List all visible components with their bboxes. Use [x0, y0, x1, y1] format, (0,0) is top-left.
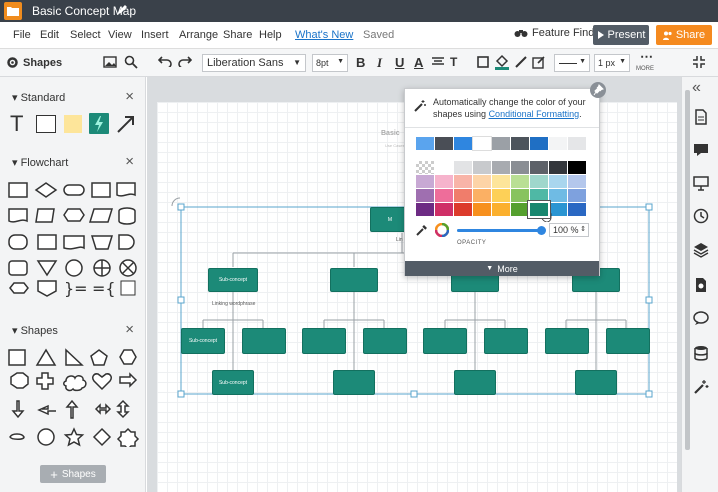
- color-swatch[interactable]: [454, 137, 472, 150]
- color-swatch[interactable]: [473, 203, 491, 216]
- color-swatch[interactable]: [549, 137, 567, 150]
- eyedropper-icon[interactable]: [415, 223, 429, 237]
- divider: [405, 127, 599, 128]
- color-swatch[interactable]: [511, 203, 529, 216]
- more-colors-button[interactable]: ▼ More: [405, 261, 599, 276]
- comment-icon[interactable]: [693, 311, 709, 326]
- linking-phrase-label: Linking wordphrase: [212, 301, 256, 307]
- magic-wand-icon: [414, 100, 426, 112]
- color-swatch[interactable]: [511, 175, 529, 188]
- main-link-label: Lin: [396, 237, 403, 243]
- magic-wand-icon[interactable]: [693, 379, 709, 395]
- color-swatch[interactable]: [416, 137, 434, 150]
- color-swatch[interactable]: [454, 203, 472, 216]
- data-icon[interactable]: [694, 277, 708, 293]
- leaf-concept-text: Sub-concept: [218, 379, 248, 386]
- more-colors-label: More: [497, 263, 518, 274]
- layers-icon[interactable]: [693, 242, 709, 258]
- clock-icon[interactable]: [693, 208, 709, 224]
- color-swatch[interactable]: [568, 175, 586, 188]
- vertical-scrollbar[interactable]: [685, 90, 690, 450]
- connector-lines: [171, 197, 653, 398]
- sub-concept-node[interactable]: [242, 328, 286, 354]
- leaf-concept-node[interactable]: [333, 370, 375, 395]
- presentation-icon[interactable]: [693, 175, 709, 191]
- color-swatch[interactable]: [473, 175, 491, 188]
- opacity-slider-handle[interactable]: [537, 226, 546, 235]
- color-swatch[interactable]: [530, 175, 548, 188]
- stepper-icon[interactable]: ⇕: [580, 225, 586, 233]
- opacity-input[interactable]: 100 % ⇕: [549, 223, 589, 237]
- color-swatch[interactable]: [549, 189, 567, 202]
- tip-text-line2: shapes using: [433, 109, 487, 119]
- pin-icon[interactable]: [590, 82, 606, 98]
- database-icon[interactable]: [693, 345, 709, 361]
- concept-node-text: Sub-concept: [218, 277, 248, 283]
- color-swatch[interactable]: [454, 175, 472, 188]
- opacity-slider-fill: [457, 229, 541, 232]
- color-wheel-icon[interactable]: [435, 223, 449, 237]
- chevron-down-icon: ▼: [486, 265, 494, 272]
- color-swatch[interactable]: [416, 203, 434, 216]
- color-swatch[interactable]: [473, 161, 491, 174]
- color-swatch[interactable]: [511, 137, 529, 150]
- sub-concept-node[interactable]: Sub-concept: [181, 328, 225, 354]
- color-swatch[interactable]: [530, 161, 548, 174]
- color-swatch[interactable]: [454, 161, 472, 174]
- color-swatch[interactable]: [492, 175, 510, 188]
- color-swatch[interactable]: [473, 189, 491, 202]
- color-swatch[interactable]: [568, 189, 586, 202]
- leaf-concept-node[interactable]: [575, 370, 617, 395]
- color-swatch[interactable]: [416, 175, 434, 188]
- quote-icon[interactable]: [693, 143, 709, 157]
- color-swatch[interactable]: [492, 161, 510, 174]
- concept-node[interactable]: [330, 268, 378, 292]
- leaf-concept-node[interactable]: [454, 370, 496, 395]
- sub-concept-text: Sub-concept: [188, 338, 218, 344]
- color-swatch[interactable]: [435, 175, 453, 188]
- color-swatch[interactable]: [492, 137, 510, 150]
- concept-node[interactable]: Sub-concept: [208, 268, 258, 292]
- opacity-slider-track[interactable]: [457, 226, 546, 235]
- conditional-formatting-link[interactable]: Conditional Formatting: [489, 109, 580, 119]
- selected-color-swatch[interactable]: [528, 201, 550, 218]
- sub-concept-node[interactable]: [484, 328, 528, 354]
- color-swatch[interactable]: [568, 137, 586, 150]
- color-swatch[interactable]: [416, 189, 434, 202]
- conditional-formatting-tip: Automatically change the color of your s…: [433, 96, 586, 120]
- main-concept-text: M: [387, 216, 393, 223]
- sub-concept-node[interactable]: [423, 328, 467, 354]
- sub-concept-node[interactable]: [545, 328, 589, 354]
- page-icon[interactable]: [694, 109, 708, 125]
- sub-concept-node[interactable]: [302, 328, 346, 354]
- tip-text-line1: Automatically change the color of your: [433, 97, 586, 107]
- sub-concept-node[interactable]: [606, 328, 650, 354]
- leaf-concept-node[interactable]: Sub-concept: [212, 370, 254, 395]
- tip-text-end: .: [579, 109, 582, 119]
- color-swatch[interactable]: [511, 161, 529, 174]
- fill-color-popup: Automatically change the color of your s…: [404, 88, 600, 276]
- color-swatch[interactable]: [435, 137, 453, 150]
- opacity-value: 100 %: [553, 225, 579, 235]
- color-swatch[interactable]: [568, 161, 586, 174]
- color-swatch[interactable]: [530, 137, 548, 150]
- color-swatch[interactable]: [492, 203, 510, 216]
- collapse-panel-icon[interactable]: «: [692, 79, 701, 97]
- transparent-swatch[interactable]: [416, 161, 434, 174]
- color-swatch[interactable]: [549, 175, 567, 188]
- opacity-label: OPACITY: [457, 240, 487, 246]
- color-swatch[interactable]: [435, 203, 453, 216]
- color-swatch[interactable]: [492, 189, 510, 202]
- color-swatch[interactable]: [435, 189, 453, 202]
- sub-concept-node[interactable]: [363, 328, 407, 354]
- color-swatch[interactable]: [454, 189, 472, 202]
- color-swatch[interactable]: [530, 189, 548, 202]
- color-swatch[interactable]: [511, 189, 529, 202]
- color-swatch[interactable]: [549, 161, 567, 174]
- color-swatch[interactable]: [435, 161, 453, 174]
- color-swatch[interactable]: [472, 136, 492, 151]
- color-swatch[interactable]: [568, 203, 586, 216]
